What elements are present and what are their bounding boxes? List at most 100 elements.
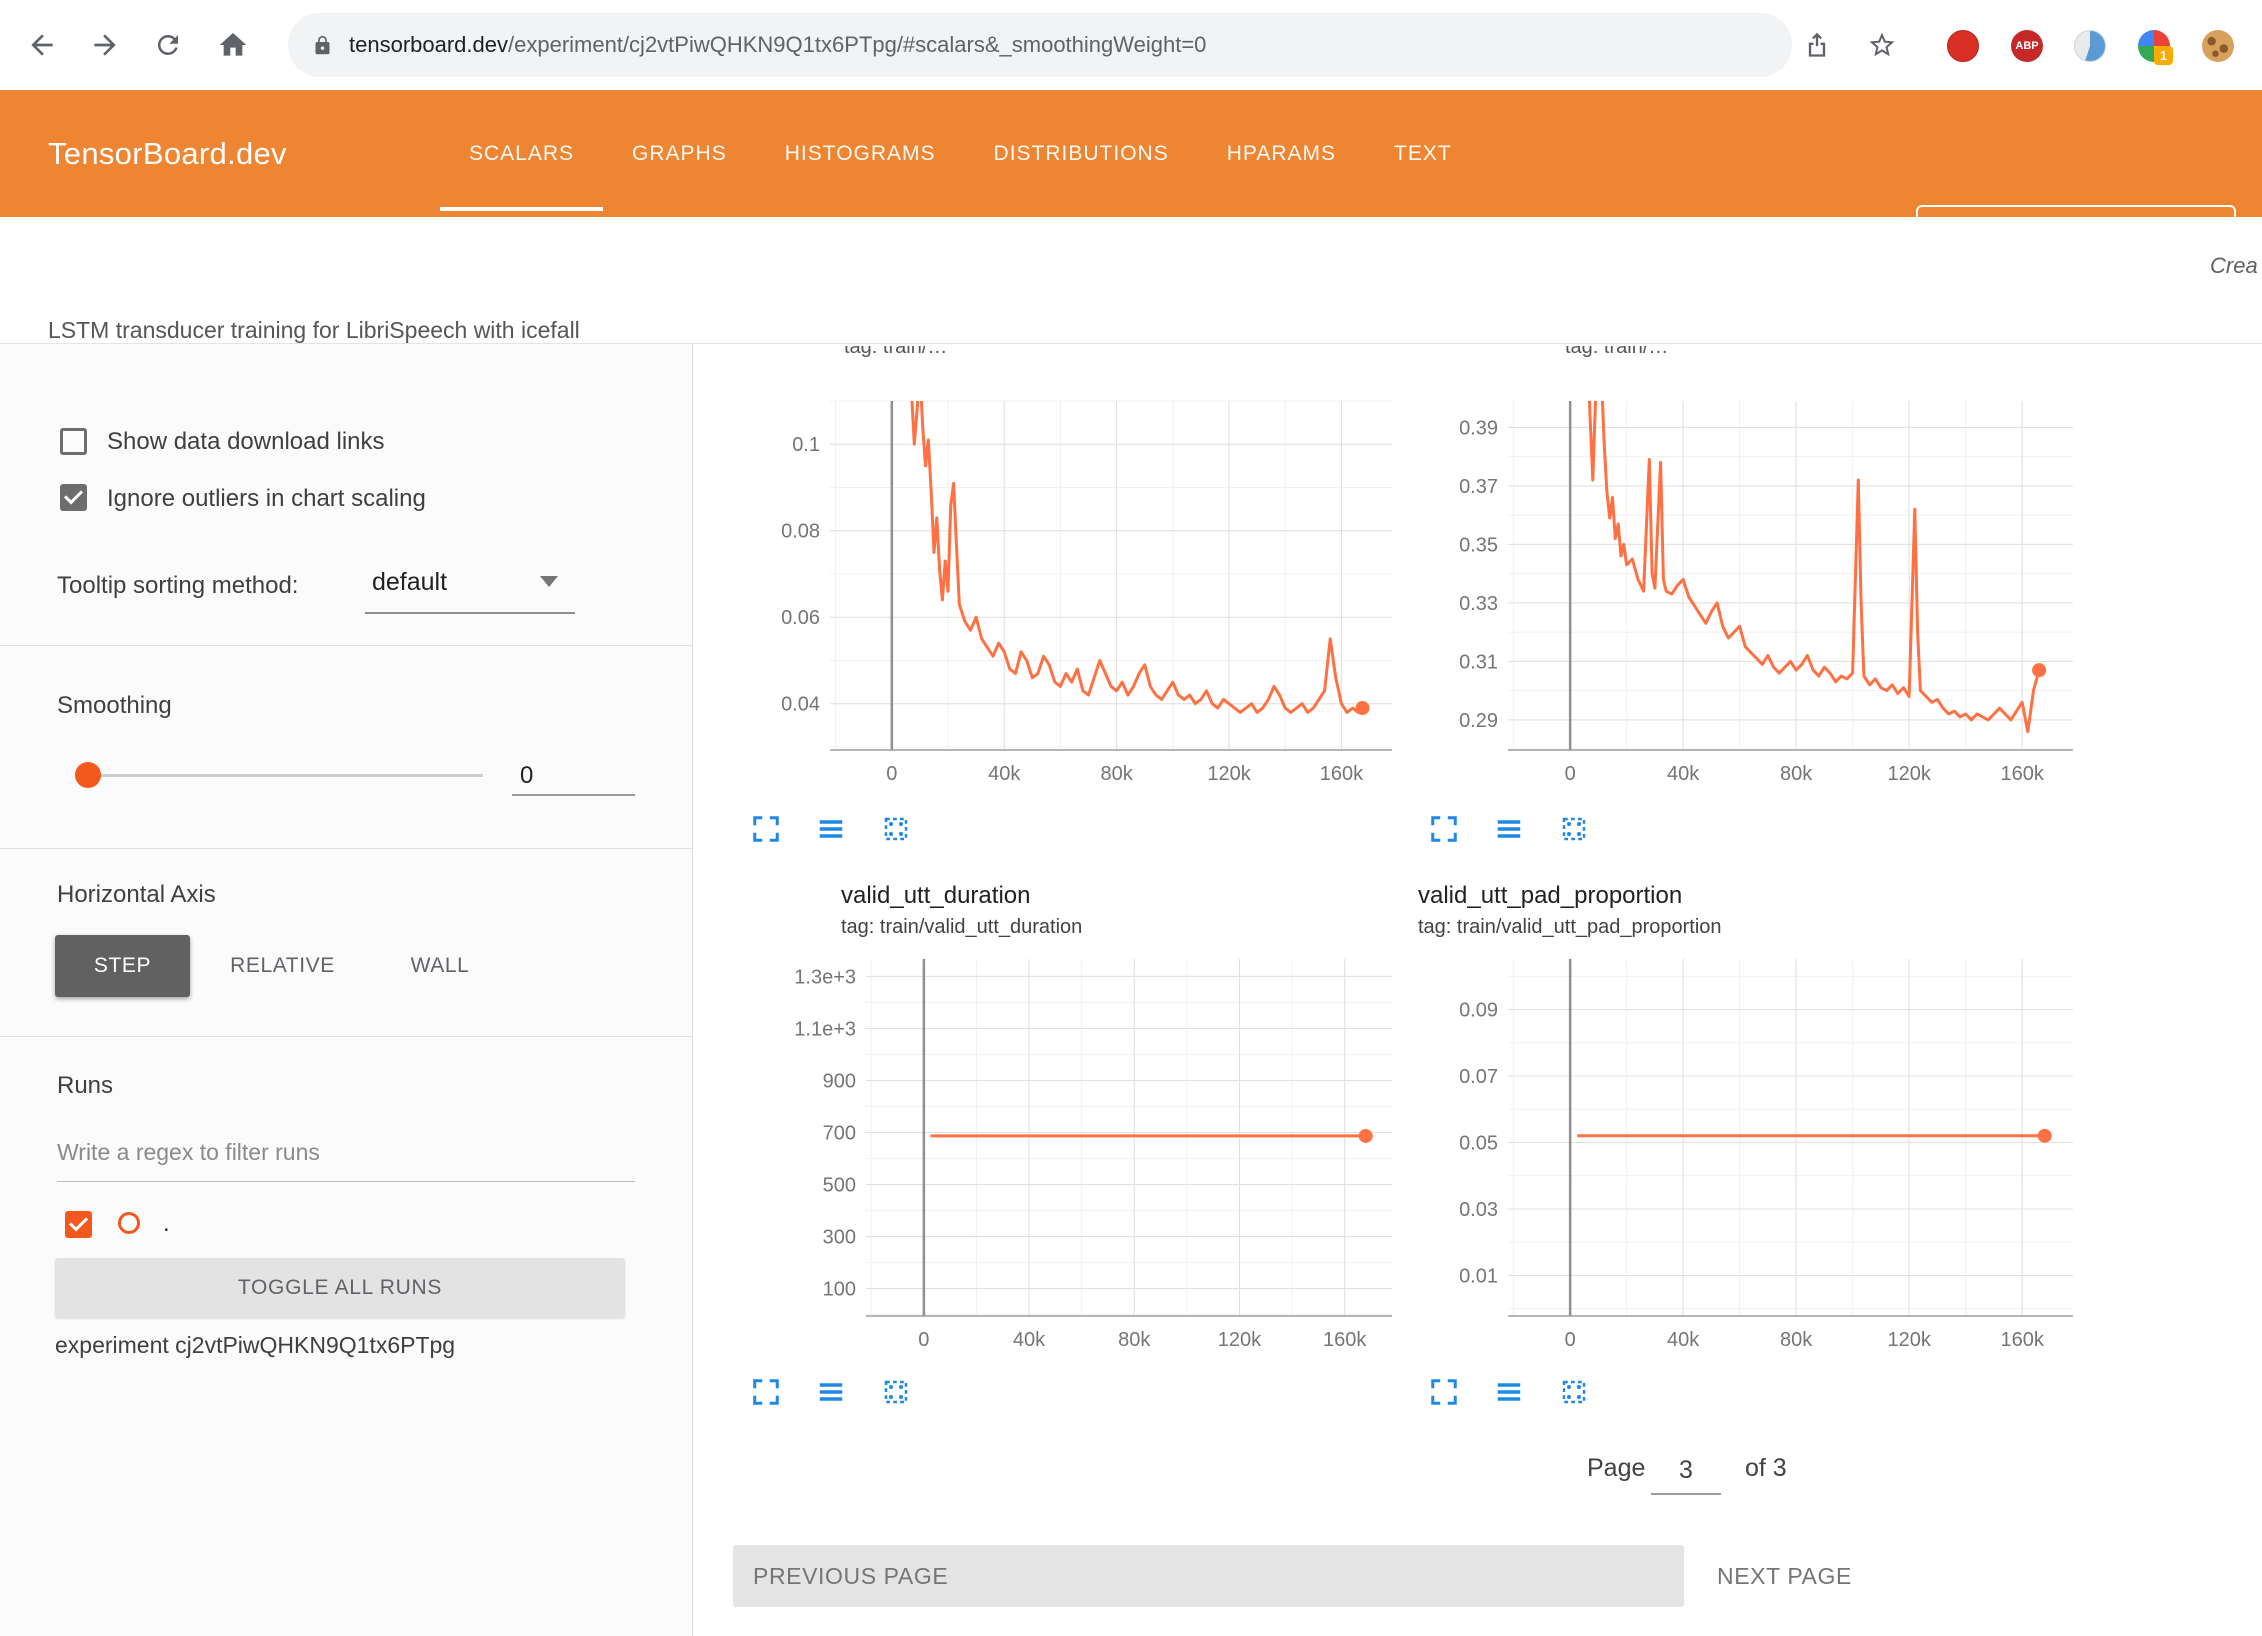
runs-filter-input[interactable]: Write a regex to filter runs [57, 1139, 320, 1166]
svg-text:1.1e+3: 1.1e+3 [794, 1018, 856, 1040]
smoothing-value-input[interactable]: 0 [512, 756, 635, 796]
smoothing-slider-thumb[interactable] [75, 762, 101, 788]
svg-text:0.37: 0.37 [1459, 476, 1498, 498]
svg-text:300: 300 [823, 1227, 856, 1249]
svg-text:40k: 40k [1013, 1329, 1046, 1351]
smoothing-label: Smoothing [57, 692, 172, 720]
abp-extension-icon[interactable]: ABP [2011, 30, 2043, 62]
divider [0, 1036, 693, 1037]
ignore-outliers-checkbox[interactable] [60, 484, 87, 511]
abp-label: ABP [2015, 40, 2038, 52]
tooltip-sorting-select[interactable]: default [372, 568, 447, 597]
svg-text:0.1: 0.1 [792, 434, 820, 456]
created-meta-clipped: Crea [2210, 253, 2262, 279]
brand-title: TensorBoard.dev [48, 90, 287, 217]
svg-text:0.07: 0.07 [1459, 1066, 1498, 1088]
url-domain: tensorboard.dev [349, 32, 508, 57]
tab-text[interactable]: TEXT [1365, 90, 1481, 217]
svg-text:100: 100 [823, 1279, 856, 1301]
svg-text:160k: 160k [1320, 763, 1364, 785]
back-icon[interactable] [21, 24, 63, 66]
browser-chrome: tensorboard.dev/experiment/cj2vtPiwQHKN9… [0, 0, 2262, 90]
svg-text:500: 500 [823, 1175, 856, 1197]
chart-toolbar [749, 1375, 913, 1409]
data-lines-icon[interactable] [1492, 1375, 1526, 1409]
svg-text:80k: 80k [1780, 1329, 1813, 1351]
tooltip-select-underline [365, 612, 575, 614]
data-lines-icon[interactable] [814, 1375, 848, 1409]
divider [0, 645, 693, 646]
extension-badge: 1 [2154, 46, 2173, 65]
forward-icon[interactable] [84, 24, 126, 66]
chart-title: valid_utt_duration [841, 882, 1030, 910]
smoothing-slider[interactable] [88, 774, 483, 777]
scalar-chart-top-left[interactable]: 040k80k120k160k0.040.060.080.1 [740, 395, 1440, 795]
chart-tag: tag: train/valid_utt_duration [841, 916, 1082, 939]
svg-text:0.31: 0.31 [1459, 651, 1498, 673]
toggle-all-runs-button[interactable]: TOGGLE ALL RUNS [55, 1258, 625, 1318]
chevron-down-icon[interactable] [540, 576, 558, 587]
chart-title: valid_utt_pad_proportion [1418, 882, 1682, 910]
expand-chart-icon[interactable] [749, 1375, 783, 1409]
clipped-chart-tag: tag: train/… [844, 346, 1164, 359]
tab-histograms[interactable]: HISTOGRAMS [756, 90, 965, 217]
charts-main: tag: train/… tag: train/… 0 40k 80k 120k 160… [693, 344, 2262, 1636]
adblock-extension-icon[interactable] [1947, 30, 1979, 62]
horizontal-axis-label: Horizontal Axis [57, 881, 216, 909]
svg-text:0.29: 0.29 [1459, 710, 1498, 732]
run-color-swatch[interactable] [118, 1212, 140, 1234]
bookmark-star-icon[interactable] [1861, 24, 1903, 66]
share-icon[interactable] [1796, 24, 1838, 66]
axis-relative-button[interactable]: RELATIVE [205, 935, 360, 997]
scalar-chart-valid-utt-pad-proportion[interactable]: 040k80k120k160k0.010.030.050.070.09 [1418, 950, 2118, 1360]
blue-pie-extension-icon[interactable] [2074, 30, 2106, 62]
chart-toolbar [1427, 812, 1591, 846]
data-lines-icon[interactable] [1492, 812, 1526, 846]
svg-text:80k: 80k [1100, 763, 1133, 785]
svg-text:1.3e+3: 1.3e+3 [794, 966, 856, 988]
svg-text:160k: 160k [1323, 1329, 1367, 1351]
svg-text:0: 0 [1565, 1329, 1576, 1351]
fit-domain-icon[interactable] [1557, 812, 1591, 846]
svg-text:120k: 120k [1887, 1329, 1931, 1351]
tab-hparams[interactable]: HPARAMS [1198, 90, 1365, 217]
page-number-input[interactable]: 3 [1651, 1456, 1721, 1495]
svg-text:0.06: 0.06 [781, 607, 820, 629]
data-lines-icon[interactable] [814, 812, 848, 846]
tensorboard-appbar: TensorBoard.dev SCALARS GRAPHS HISTOGRAM… [0, 90, 2262, 217]
scalar-chart-valid-utt-duration[interactable]: 040k80k120k160k1003005007009001.1e+31.3e… [740, 950, 1440, 1360]
axis-step-button[interactable]: STEP [55, 935, 190, 997]
previous-page-button[interactable]: PREVIOUS PAGE [733, 1545, 1684, 1607]
cookie-extension-icon[interactable] [2202, 30, 2234, 62]
tab-distributions[interactable]: DISTRIBUTIONS [965, 90, 1198, 217]
settings-sidebar: Show data download links Ignore outliers… [0, 344, 693, 1636]
svg-text:0.09: 0.09 [1459, 1000, 1498, 1022]
url-bar[interactable]: tensorboard.dev/experiment/cj2vtPiwQHKN9… [288, 13, 1792, 77]
expand-chart-icon[interactable] [1427, 812, 1461, 846]
fit-domain-icon[interactable] [1557, 1375, 1591, 1409]
axis-wall-button[interactable]: WALL [395, 935, 485, 997]
svg-text:0: 0 [1565, 763, 1576, 785]
svg-text:160k: 160k [2000, 763, 2044, 785]
expand-chart-icon[interactable] [1427, 1375, 1461, 1409]
svg-text:40k: 40k [1667, 763, 1700, 785]
color-wheel-extension-icon[interactable]: 1 [2138, 30, 2170, 62]
scalar-chart-top-right[interactable]: 040k80k120k160k0.290.310.330.350.370.39 [1418, 395, 2118, 795]
tab-graphs[interactable]: GRAPHS [603, 90, 756, 217]
home-icon[interactable] [212, 24, 254, 66]
svg-text:40k: 40k [988, 763, 1021, 785]
next-page-button[interactable]: NEXT PAGE [1717, 1545, 1852, 1607]
expand-chart-icon[interactable] [749, 812, 783, 846]
show-download-links-checkbox[interactable] [60, 428, 87, 455]
ignore-outliers-label: Ignore outliers in chart scaling [107, 485, 426, 513]
svg-text:80k: 80k [1780, 763, 1813, 785]
svg-text:120k: 120k [1207, 763, 1251, 785]
fit-domain-icon[interactable] [879, 1375, 913, 1409]
svg-text:0: 0 [886, 763, 897, 785]
run-checkbox[interactable] [65, 1211, 92, 1238]
tab-scalars[interactable]: SCALARS [440, 90, 603, 217]
fit-domain-icon[interactable] [879, 812, 913, 846]
experiment-description: LSTM transducer training for LibriSpeech… [48, 317, 580, 344]
clipped-chart-tag: tag: train/… [1565, 346, 1885, 359]
reload-icon[interactable] [147, 24, 189, 66]
